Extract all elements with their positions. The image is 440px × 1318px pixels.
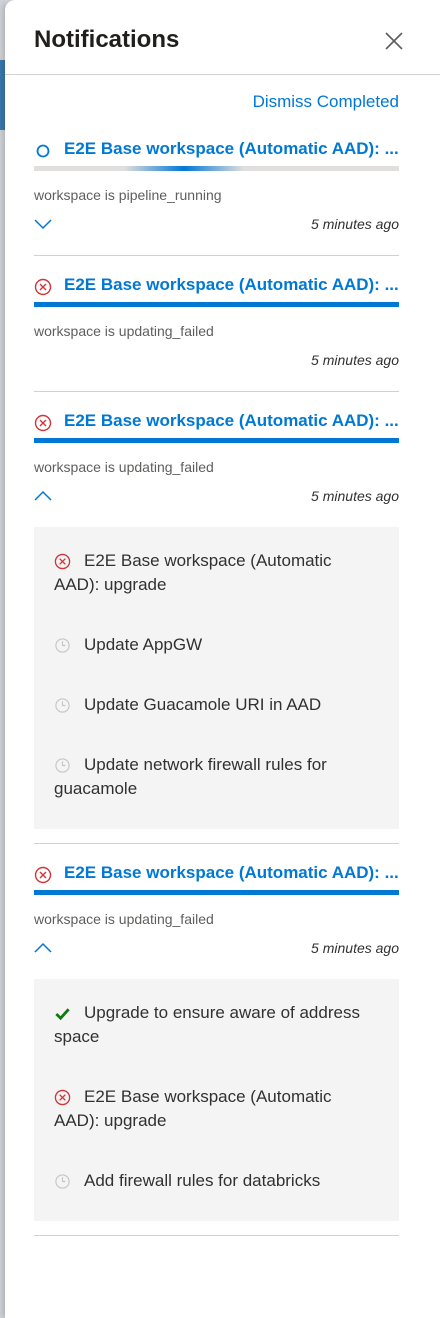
- step-label: Upgrade to ensure aware of address space: [54, 1003, 360, 1046]
- step-item: Update AppGW: [54, 633, 379, 657]
- progress-indicator: [124, 166, 244, 171]
- notification-header: E2E Base workspace (Automatic AAD): ...: [34, 854, 399, 890]
- notification-timestamp: 5 minutes ago: [311, 216, 399, 232]
- step-item: Add firewall rules for databricks: [54, 1169, 379, 1215]
- notification-steps: Upgrade to ensure aware of address space…: [34, 979, 399, 1221]
- notification-item: E2E Base workspace (Automatic AAD): ... …: [34, 266, 399, 392]
- notification-progress-bar: [34, 438, 399, 443]
- clock-icon: [54, 757, 71, 774]
- error-circle-icon: [34, 866, 52, 884]
- step-label: Update AppGW: [84, 635, 203, 654]
- panel-title: Notifications: [34, 26, 180, 53]
- notification-status: workspace is updating_failed: [34, 323, 214, 339]
- step-item: Update Guacamole URI in AAD: [54, 693, 379, 717]
- notification-progress-bar: [34, 166, 399, 171]
- notification-divider: [34, 391, 399, 392]
- close-button[interactable]: [384, 31, 404, 51]
- dismiss-completed-link[interactable]: Dismiss Completed: [253, 92, 399, 112]
- step-label: Update Guacamole URI in AAD: [84, 695, 322, 714]
- step-label: Add firewall rules for databricks: [84, 1171, 321, 1190]
- notification-title[interactable]: E2E Base workspace (Automatic AAD): ...: [64, 275, 399, 295]
- step-label: E2E Base workspace (Automatic AAD): upgr…: [54, 1087, 332, 1130]
- notification-timestamp: 5 minutes ago: [311, 940, 399, 956]
- expand-button[interactable]: [34, 217, 52, 231]
- notification-timestamp: 5 minutes ago: [311, 488, 399, 504]
- notification-status: workspace is updating_failed: [34, 459, 214, 475]
- clock-icon: [54, 697, 71, 714]
- notification-divider: [34, 1235, 399, 1236]
- notification-title[interactable]: E2E Base workspace (Automatic AAD): ...: [64, 139, 399, 159]
- close-icon: [385, 32, 403, 50]
- step-item: Upgrade to ensure aware of address space: [54, 1001, 379, 1049]
- chevron-up-icon: [34, 941, 52, 958]
- notification-title[interactable]: E2E Base workspace (Automatic AAD): ...: [64, 411, 399, 431]
- step-label: E2E Base workspace (Automatic AAD): upgr…: [54, 551, 332, 594]
- notification-status: workspace is pipeline_running: [34, 187, 222, 203]
- checkmark-icon: [54, 1005, 71, 1022]
- step-item: E2E Base workspace (Automatic AAD): upgr…: [54, 549, 379, 597]
- error-circle-icon: [54, 553, 71, 570]
- step-item: E2E Base workspace (Automatic AAD): upgr…: [54, 1085, 379, 1133]
- panel-header: Notifications: [5, 0, 440, 75]
- notification-steps: E2E Base workspace (Automatic AAD): upgr…: [34, 527, 399, 829]
- error-circle-icon: [34, 414, 52, 432]
- step-item: Update network firewall rules for guacam…: [54, 753, 379, 823]
- notification-meta: 5 minutes ago: [34, 207, 399, 241]
- dismiss-row: Dismiss Completed: [5, 75, 440, 130]
- notification-item: E2E Base workspace (Automatic AAD): ... …: [34, 854, 399, 1236]
- notification-progress-bar: [34, 302, 399, 307]
- spinner-icon: [34, 142, 52, 160]
- collapse-button[interactable]: [34, 489, 52, 503]
- chevron-up-icon: [34, 489, 52, 506]
- notification-timestamp: 5 minutes ago: [311, 352, 399, 368]
- notification-divider: [34, 843, 399, 844]
- notification-meta: 5 minutes ago: [34, 479, 399, 513]
- collapse-button[interactable]: [34, 941, 52, 955]
- clock-icon: [54, 637, 71, 654]
- step-label: Update network firewall rules for guacam…: [54, 755, 327, 798]
- notification-meta: 5 minutes ago: [34, 343, 399, 377]
- notification-status: workspace is updating_failed: [34, 911, 214, 927]
- error-circle-icon: [34, 278, 52, 296]
- notification-title[interactable]: E2E Base workspace (Automatic AAD): ...: [64, 863, 399, 883]
- clock-icon: [54, 1173, 71, 1190]
- notification-progress-bar: [34, 890, 399, 895]
- error-circle-icon: [54, 1089, 71, 1106]
- notification-divider: [34, 255, 399, 256]
- chevron-down-icon: [34, 217, 52, 234]
- notification-item: E2E Base workspace (Automatic AAD): ... …: [34, 402, 399, 844]
- notification-meta: 5 minutes ago: [34, 931, 399, 965]
- notifications-panel: Notifications Dismiss Completed E2E Base…: [5, 0, 440, 1318]
- notification-list: E2E Base workspace (Automatic AAD): ... …: [5, 130, 440, 1236]
- notification-header: E2E Base workspace (Automatic AAD): ...: [34, 402, 399, 438]
- notification-header: E2E Base workspace (Automatic AAD): ...: [34, 130, 399, 166]
- notification-item: E2E Base workspace (Automatic AAD): ... …: [34, 130, 399, 256]
- notification-header: E2E Base workspace (Automatic AAD): ...: [34, 266, 399, 302]
